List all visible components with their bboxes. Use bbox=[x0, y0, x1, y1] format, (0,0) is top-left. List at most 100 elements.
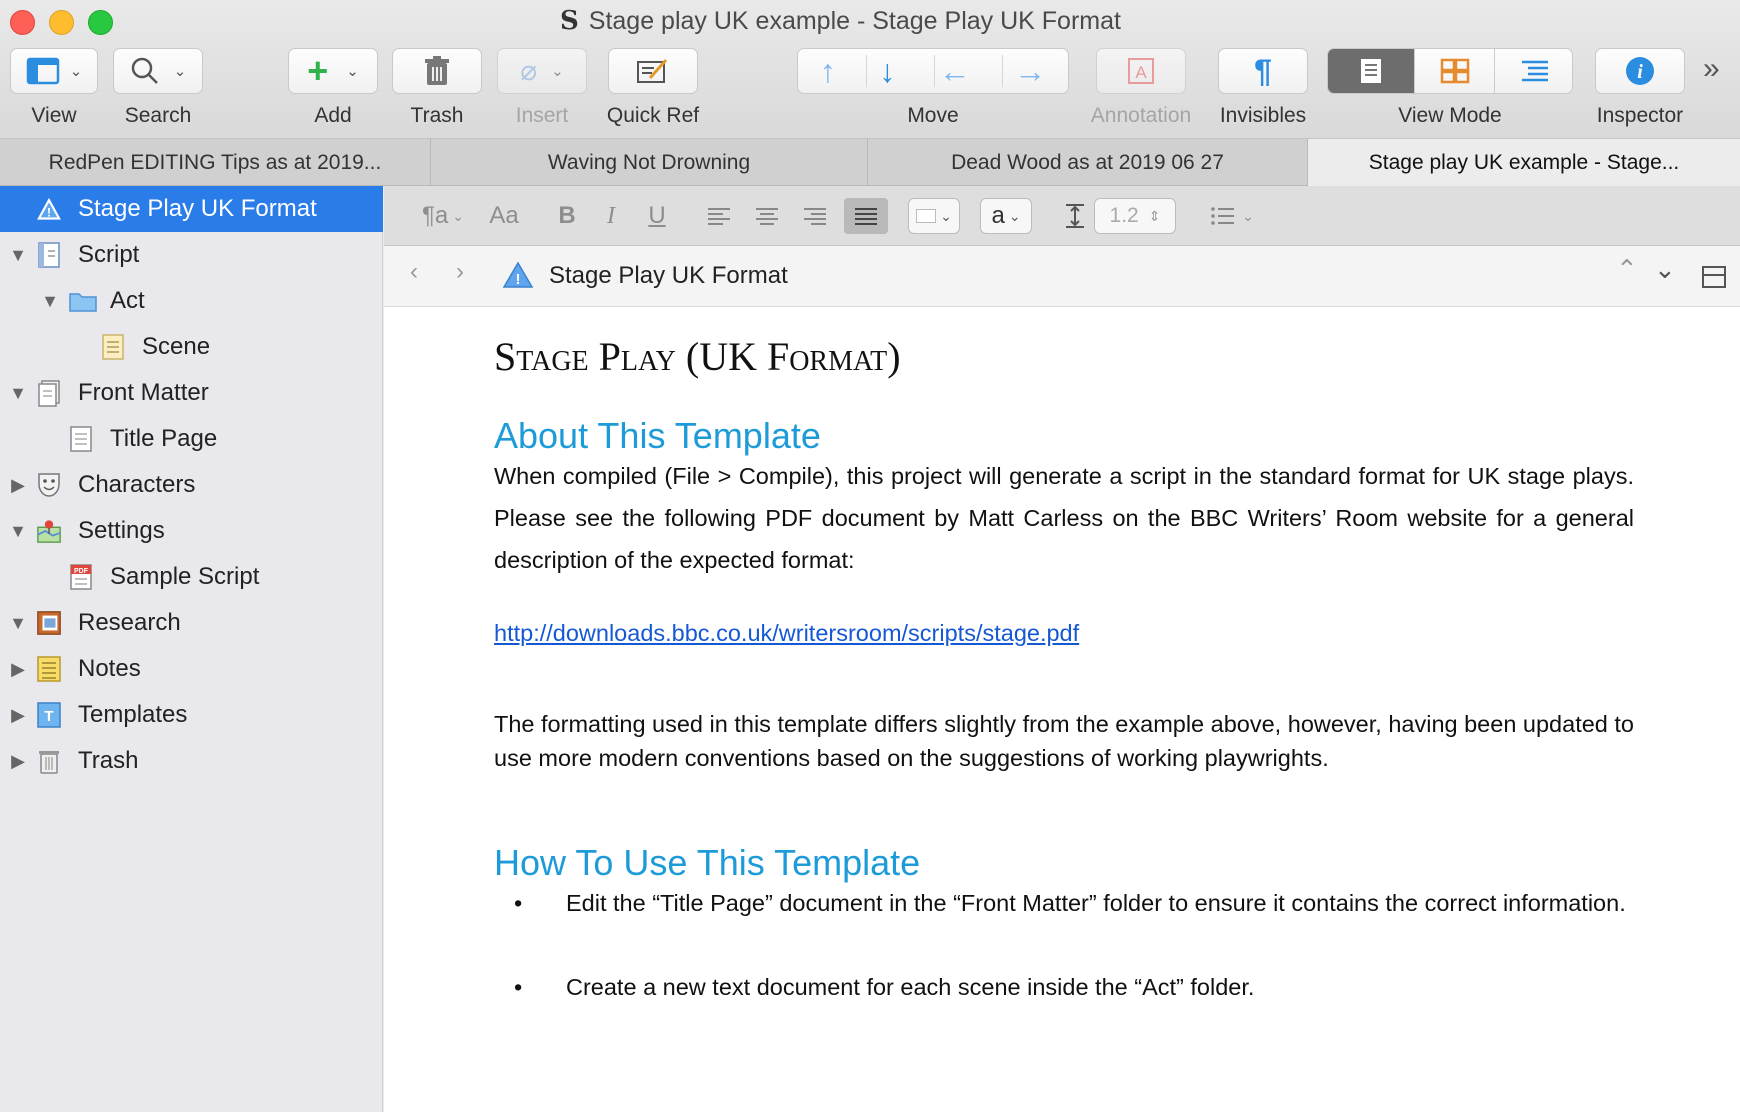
header-document-title: Stage Play UK Format bbox=[549, 262, 788, 289]
disclosure-expanded-icon[interactable]: ▼ bbox=[8, 383, 28, 404]
list-item-text: Create a new text document for each scen… bbox=[566, 974, 1255, 1000]
quick-ref-button[interactable] bbox=[608, 48, 698, 94]
line-spacing-icon bbox=[1060, 198, 1090, 234]
align-left-button[interactable] bbox=[702, 198, 736, 234]
invisibles-button[interactable]: ¶ bbox=[1218, 48, 1308, 94]
align-right-button[interactable] bbox=[798, 198, 832, 234]
annotation-label: Annotation bbox=[1090, 104, 1192, 127]
window-title: S Stage play UK example - Stage Play UK … bbox=[560, 6, 1121, 36]
move-left-arrow-icon[interactable]: ← bbox=[939, 55, 971, 87]
text-color-dropdown[interactable]: a ⌄ bbox=[980, 198, 1032, 234]
binder-item-scene[interactable]: Scene bbox=[0, 324, 383, 370]
corkboard-icon bbox=[1440, 58, 1469, 84]
outliner-mode-button[interactable] bbox=[1494, 49, 1572, 93]
bullet-list-icon bbox=[1211, 207, 1235, 225]
list-style-button[interactable]: ⌄ bbox=[1202, 198, 1262, 234]
svg-text:PDF: PDF bbox=[74, 568, 89, 575]
binder-item-title-page[interactable]: Title Page bbox=[0, 416, 383, 462]
font-button[interactable]: Aa bbox=[482, 198, 526, 234]
close-window-button[interactable] bbox=[10, 10, 35, 35]
align-justify-button[interactable] bbox=[844, 198, 888, 234]
tab-stage-play-uk-example[interactable]: Stage play UK example - Stage... bbox=[1308, 139, 1740, 186]
bold-button[interactable]: B bbox=[550, 198, 584, 234]
move-right-arrow-icon[interactable]: → bbox=[1014, 55, 1046, 87]
tab-redpen-editing-tips[interactable]: RedPen EDITING Tips as at 2019... bbox=[0, 139, 431, 186]
binder-item-research[interactable]: ▼ Research bbox=[0, 600, 383, 646]
disclosure-collapsed-icon[interactable]: ▶ bbox=[8, 659, 28, 680]
disclosure-expanded-icon[interactable]: ▼ bbox=[8, 613, 28, 634]
trash-button[interactable] bbox=[392, 48, 482, 94]
binder-item-act[interactable]: ▼ Act bbox=[0, 278, 383, 324]
disclosure-collapsed-icon[interactable]: ▶ bbox=[8, 751, 28, 772]
color-swatch bbox=[916, 209, 937, 223]
scrivenings-mode-button[interactable] bbox=[1328, 49, 1414, 93]
disclosure-expanded-icon[interactable]: ▼ bbox=[8, 245, 28, 266]
paragraph-style-button[interactable]: ¶a ⌄ bbox=[412, 198, 474, 234]
view-mode-label: View Mode bbox=[1398, 104, 1502, 127]
chevron-down-icon: ⌄ bbox=[173, 63, 187, 80]
paragraph-about: When compiled (File > Compile), this pro… bbox=[494, 463, 1634, 573]
zoom-window-button[interactable] bbox=[88, 10, 113, 35]
previous-document-icon[interactable]: ⌃ bbox=[1616, 254, 1638, 285]
move-down-arrow-icon[interactable]: ↓ bbox=[879, 55, 895, 87]
disclosure-collapsed-icon[interactable]: ▶ bbox=[8, 705, 28, 726]
bullet-glyph: • bbox=[514, 974, 523, 1000]
inspector-button[interactable]: i bbox=[1595, 48, 1685, 94]
index-card-icon bbox=[100, 333, 126, 361]
format-bar: ¶a ⌄ Aa B I U ⌄ a ⌄ 1.2 ⇕ ⌄ bbox=[384, 186, 1740, 246]
binder-item-front-matter[interactable]: ▼ Front Matter bbox=[0, 370, 383, 416]
disclosure-expanded-icon[interactable]: ▼ bbox=[8, 521, 28, 542]
line-spacing-stepper[interactable]: 1.2 ⇕ bbox=[1094, 198, 1176, 234]
annotation-button[interactable]: A bbox=[1096, 48, 1186, 94]
trash-icon bbox=[36, 747, 62, 775]
underline-button[interactable]: U bbox=[640, 198, 674, 234]
text-editor[interactable]: Stage Play (UK Format) About This Templa… bbox=[384, 307, 1740, 1112]
mask-icon bbox=[36, 471, 62, 499]
back-arrow-icon[interactable]: ‹ bbox=[410, 258, 418, 286]
align-center-button[interactable] bbox=[750, 198, 784, 234]
list-item-text: Edit the “Title Page” document in the “F… bbox=[566, 890, 1626, 916]
pilcrow-icon: ¶ bbox=[1254, 53, 1272, 89]
forward-arrow-icon[interactable]: › bbox=[456, 258, 464, 286]
tab-waving-not-drowning[interactable]: Waving Not Drowning bbox=[431, 139, 868, 186]
bbc-stage-pdf-link[interactable]: http://downloads.bbc.co.uk/writersroom/s… bbox=[494, 620, 1079, 647]
move-up-arrow-icon[interactable]: ↑ bbox=[820, 55, 836, 87]
binder-item-characters[interactable]: ▶ Characters bbox=[0, 462, 383, 508]
map-pin-icon bbox=[36, 517, 62, 545]
search-label: Search bbox=[124, 104, 192, 127]
split-editor-icon[interactable] bbox=[1702, 266, 1726, 293]
stepper-arrows-icon: ⇕ bbox=[1148, 207, 1161, 224]
corkboard-mode-button[interactable] bbox=[1414, 49, 1494, 93]
italic-button[interactable]: I bbox=[594, 198, 628, 234]
chevron-down-icon: ⌄ bbox=[69, 63, 83, 80]
binder-item-notes[interactable]: ▶ Notes bbox=[0, 646, 383, 692]
binder-item-trash[interactable]: ▶ Trash bbox=[0, 738, 383, 784]
document-mode-icon bbox=[1361, 59, 1381, 83]
binder-item-settings[interactable]: ▼ Settings bbox=[0, 508, 383, 554]
paragraph-formatting: The formatting used in this template dif… bbox=[494, 711, 1634, 771]
binder-item-sample-script[interactable]: PDF Sample Script bbox=[0, 554, 383, 600]
search-button[interactable]: ⌄ bbox=[113, 48, 203, 94]
trash-icon bbox=[425, 56, 449, 85]
binder-item-templates[interactable]: ▶ T Templates bbox=[0, 692, 383, 738]
binder-item-script[interactable]: ▼ Script bbox=[0, 232, 383, 278]
tab-dead-wood[interactable]: Dead Wood as at 2019 06 27 bbox=[868, 139, 1308, 186]
highlight-color-dropdown[interactable]: ⌄ bbox=[908, 198, 960, 234]
next-document-icon[interactable]: ⌄ bbox=[1654, 254, 1676, 285]
disclosure-collapsed-icon[interactable]: ▶ bbox=[8, 475, 28, 496]
insert-button[interactable]: ⌀ ⌄ bbox=[497, 48, 587, 94]
outliner-icon bbox=[1521, 60, 1548, 82]
view-button[interactable]: ⌄ bbox=[10, 48, 98, 94]
inspector-label: Inspector bbox=[1596, 104, 1684, 127]
disclosure-expanded-icon[interactable]: ▼ bbox=[40, 291, 60, 312]
binder-item-stage-play-uk-format[interactable]: ! Stage Play UK Format bbox=[0, 186, 383, 232]
toolbar-overflow-icon[interactable]: » bbox=[1703, 52, 1720, 86]
layout-view-icon bbox=[26, 57, 59, 85]
invisibles-label: Invisibles bbox=[1219, 104, 1307, 127]
minimize-window-button[interactable] bbox=[49, 10, 74, 35]
annotation-icon: A bbox=[1128, 58, 1154, 84]
pdf-icon: PDF bbox=[68, 563, 94, 591]
add-button[interactable]: + ⌄ bbox=[288, 48, 378, 94]
template-icon: T bbox=[36, 701, 62, 729]
binder-sidebar: ! Stage Play UK Format ▼ Script ▼ Act Sc… bbox=[0, 186, 383, 1112]
